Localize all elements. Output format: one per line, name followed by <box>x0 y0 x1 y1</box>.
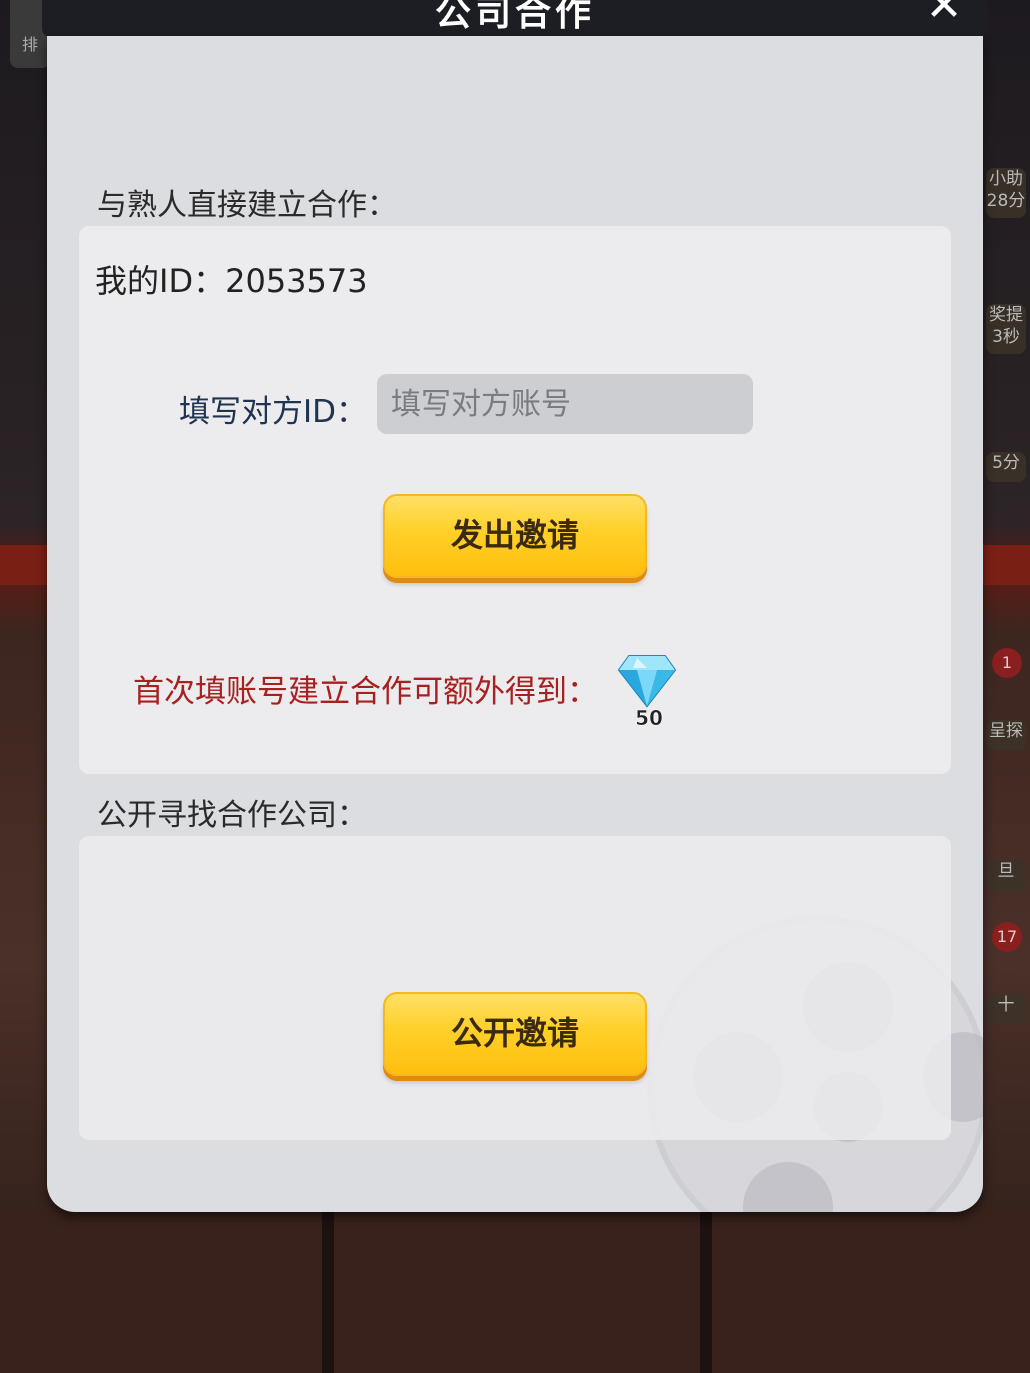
dialog-title-bar: 公司合作 ✕ <box>42 0 988 38</box>
my-id-label: 我的ID： <box>95 262 226 300</box>
background-floor <box>0 1210 1030 1373</box>
background-side-badge: 十 <box>986 994 1026 1024</box>
background-side-badge: 奖提 3秒 <box>986 304 1026 354</box>
diamond-amount: 50 <box>635 706 663 731</box>
cooperation-dialog: 与熟人直接建立合作： 我的ID：2053573 填写对方ID： 发出邀请 首次填… <box>47 36 983 1212</box>
background-side-badge: 旦 <box>986 860 1026 890</box>
partner-id-input[interactable] <box>377 374 753 434</box>
background-side-badge: 呈探 <box>986 720 1026 750</box>
background-side-badge: 小助 28分 <box>986 168 1026 218</box>
first-bonus-text: 首次填账号建立合作可额外得到： <box>133 674 598 710</box>
public-invite-button[interactable]: 公开邀请 <box>383 992 647 1076</box>
send-invite-button[interactable]: 发出邀请 <box>383 494 647 578</box>
my-id-value: 2053573 <box>225 262 368 300</box>
notification-badge: 17 <box>992 922 1022 952</box>
public-search-label: 公开寻找合作公司： <box>97 798 367 833</box>
my-id-row: 我的ID：2053573 <box>95 256 368 302</box>
partner-id-label: 填写对方ID： <box>179 394 368 430</box>
background-door-frame <box>322 1210 334 1373</box>
background-door-frame <box>700 1210 712 1373</box>
diamond-icon <box>617 655 677 708</box>
public-search-panel: 公开邀请 <box>79 836 951 1140</box>
close-icon: ✕ <box>925 0 963 31</box>
close-button[interactable]: ✕ <box>922 0 966 28</box>
reel-hole <box>743 1162 833 1212</box>
background-side-badge: 5分 <box>986 452 1026 482</box>
direct-cooperation-panel: 我的ID：2053573 填写对方ID： 发出邀请 首次填账号建立合作可额外得到… <box>79 226 951 774</box>
notification-badge: 1 <box>992 648 1022 678</box>
dialog-title: 公司合作 <box>434 0 595 34</box>
direct-cooperation-label: 与熟人直接建立合作： <box>97 188 397 223</box>
